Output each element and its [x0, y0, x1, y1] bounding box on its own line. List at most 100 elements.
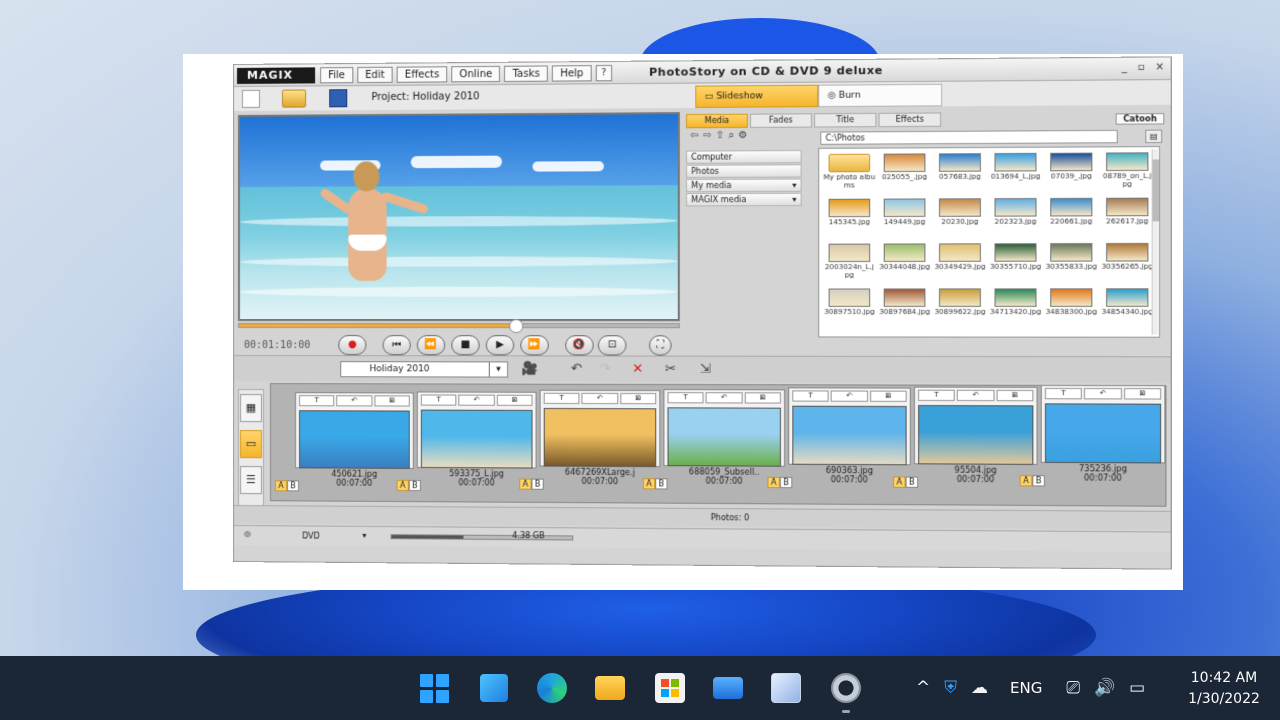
open-folder-icon[interactable] [282, 89, 307, 108]
title-tool-icon[interactable]: T [543, 392, 580, 405]
storyboard-item[interactable]: T ↶ ⊠ 593375_L.jpg 00:07:00 [416, 390, 537, 490]
chevron-down-icon[interactable]: ▾ [362, 531, 366, 540]
menu-tasks[interactable]: Tasks [504, 65, 548, 82]
close-button[interactable]: × [1155, 62, 1164, 73]
minimize-button[interactable]: _ [1122, 62, 1127, 73]
file-item[interactable]: 34713420.jpg [989, 286, 1042, 331]
save-disk-icon[interactable] [329, 89, 348, 108]
title-tool-icon[interactable]: T [667, 391, 704, 403]
rewind-button[interactable]: ⏪ [416, 335, 446, 356]
file-item[interactable]: 30897510.jpg [823, 286, 875, 331]
file-item[interactable]: 2003024n_L.jpg [823, 242, 875, 287]
file-item[interactable]: 30355710.jpg [989, 241, 1042, 286]
source-photos[interactable]: Photos [686, 164, 802, 179]
storyboard-card[interactable]: T ↶ ⊠ [416, 390, 537, 469]
fullscreen-icon[interactable]: ⛶ [649, 335, 672, 356]
stop-button[interactable]: ■ [451, 335, 480, 356]
file-item[interactable]: 07039_.jpg [1045, 151, 1098, 196]
disc-type[interactable]: DVD [302, 531, 320, 540]
storyboard-item[interactable]: T ↶ ⊠ 95504.jpg 00:07:00 [913, 386, 1038, 487]
up-arrow-icon[interactable]: ⇧ [716, 130, 725, 146]
file-item[interactable]: 149449.jpg [878, 196, 930, 241]
source-magix-media[interactable]: MAGIX media [686, 192, 802, 207]
chevron-up-icon[interactable]: ^ [916, 678, 930, 698]
rotate-tool-icon[interactable]: ↶ [1084, 388, 1122, 400]
file-item[interactable]: 30344048.jpg [878, 241, 930, 286]
rotate-tool-icon[interactable]: ↶ [336, 395, 373, 407]
effects-tool-icon[interactable]: ⊠ [744, 391, 781, 404]
source-my-media[interactable]: My media [686, 178, 802, 193]
delete-icon[interactable]: ✕ [626, 362, 649, 378]
transition-marker[interactable]: AB [1019, 475, 1045, 487]
effects-tool-icon[interactable]: ⊠ [996, 389, 1034, 401]
file-item[interactable]: 30897684.jpg [878, 286, 930, 331]
mute-icon[interactable]: 🔇 [565, 335, 594, 356]
file-explorer-icon[interactable] [590, 668, 630, 708]
rotate-tool-icon[interactable]: ↶ [831, 390, 868, 402]
storyboard-card[interactable]: T ↶ ⊠ [663, 388, 786, 467]
view-mode-icon[interactable]: ▤ [1145, 129, 1163, 144]
transition-marker[interactable]: AB [396, 479, 421, 491]
scrollbar-thumb[interactable] [1152, 159, 1160, 222]
tab-title[interactable]: Title [814, 112, 877, 128]
file-item[interactable]: 30899622.jpg [934, 286, 986, 331]
rotate-tool-icon[interactable]: ↶ [705, 391, 743, 403]
tab-fades[interactable]: Fades [749, 113, 812, 128]
file-item[interactable]: 30356265.jpg [1101, 241, 1154, 286]
effects-tool-icon[interactable]: ⊠ [496, 394, 533, 406]
transition-marker[interactable]: AB [519, 478, 544, 490]
timeline-mode-icon[interactable]: ☰ [239, 466, 262, 495]
title-tool-icon[interactable]: T [792, 390, 829, 402]
transition-marker[interactable]: AB [275, 480, 300, 492]
export-icon[interactable]: ⇲ [694, 362, 717, 378]
storyboard-card[interactable]: T ↶ ⊠ [539, 389, 661, 468]
title-tool-icon[interactable]: T [1044, 387, 1083, 400]
paint-icon[interactable] [766, 668, 806, 708]
movie-select[interactable]: Holiday 2010 ▾ [340, 361, 509, 378]
rotate-tool-icon[interactable]: ↶ [581, 392, 618, 405]
start-icon[interactable] [414, 668, 454, 708]
rotate-tool-icon[interactable]: ↶ [957, 389, 995, 401]
transition-marker[interactable]: AB [642, 477, 668, 489]
storyboard-mode-icon[interactable]: ▭ [239, 430, 262, 459]
file-item[interactable]: 145345.jpg [823, 197, 875, 242]
path-field[interactable]: C:\Photos [820, 129, 1118, 145]
storyboard-card[interactable]: T ↶ ⊠ [295, 392, 414, 469]
menu-effects[interactable]: Effects [396, 66, 448, 83]
preview-monitor[interactable] [237, 112, 680, 322]
file-item[interactable]: 30349429.jpg [934, 241, 986, 286]
tab-slideshow[interactable]: ▭ Slideshow [695, 84, 819, 108]
tab-media[interactable]: Media [686, 113, 748, 129]
file-item[interactable]: 20230.jpg [934, 196, 986, 241]
menu-help[interactable]: Help [552, 65, 592, 82]
title-tool-icon[interactable]: T [299, 395, 335, 407]
record-button[interactable]: ● [338, 335, 367, 356]
file-item[interactable]: My photo albums [823, 152, 875, 197]
storyboard-card[interactable]: T ↶ ⊠ [913, 386, 1038, 465]
maximize-button[interactable]: ▫ [1138, 62, 1145, 73]
effects-tool-icon[interactable]: ⊠ [1123, 388, 1162, 400]
menu-edit[interactable]: Edit [357, 66, 393, 84]
edge-icon[interactable] [532, 668, 572, 708]
menu-file[interactable]: File [320, 67, 354, 84]
play-button[interactable]: ▶ [485, 335, 515, 356]
back-arrow-icon[interactable]: ⇦ [690, 130, 699, 146]
security-shield-icon[interactable]: ⛨ [944, 678, 957, 698]
battery-icon[interactable]: ▭ [1129, 678, 1145, 698]
new-project-icon[interactable] [241, 89, 260, 108]
rotate-tool-icon[interactable]: ↶ [458, 394, 495, 406]
tab-effects[interactable]: Effects [878, 112, 942, 128]
effects-tool-icon[interactable]: ⊠ [869, 390, 907, 402]
file-item[interactable]: 262617.jpg [1101, 196, 1154, 241]
display-mode-icon[interactable]: ⊡ [597, 335, 627, 356]
file-browser-scrollbar[interactable] [1151, 149, 1160, 335]
cloud-icon[interactable]: ☁ [971, 678, 988, 698]
transition-marker[interactable]: AB [893, 475, 919, 488]
settings-icon[interactable] [826, 668, 866, 708]
file-item[interactable]: 34854340.jpg [1101, 286, 1154, 331]
file-item[interactable]: 025055_.jpg [878, 151, 930, 196]
storyboard-item[interactable]: T ↶ ⊠ 450621.jpg 00:07:00 [295, 392, 414, 491]
cut-icon[interactable]: ✂ [659, 362, 682, 378]
storyboard-item[interactable]: T ↶ ⊠ 6467269XLarge.j 00:07:00 [539, 389, 661, 490]
title-tool-icon[interactable]: T [420, 393, 457, 406]
